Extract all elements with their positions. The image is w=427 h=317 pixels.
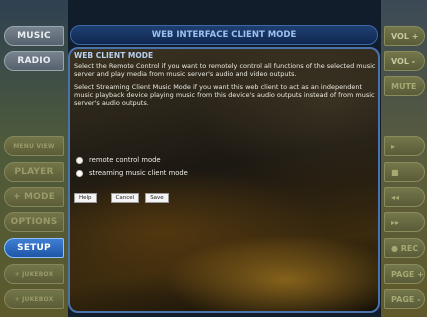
mode-options: remote control mode streaming music clie… [76,154,188,180]
record-button[interactable]: ● REC [384,238,425,258]
remote-control-radio[interactable] [76,156,83,164]
rewind-button[interactable]: ◂◂ [384,187,425,207]
option-label: streaming music client mode [89,169,188,177]
page-title: WEB INTERFACE CLIENT MODE [70,25,378,45]
mode-button[interactable]: + MODE [4,187,64,207]
page-down-button[interactable]: PAGE - [384,289,425,309]
volume-up-button[interactable]: VOL + [384,26,425,46]
description-remote: Select the Remote Control if you want to… [74,62,376,79]
main-panel: WEB CLIENT MODE Select the Remote Contro… [68,47,380,313]
options-button[interactable]: OPTIONS [4,212,64,232]
menu-view-button[interactable]: MENU VIEW [4,136,64,156]
play-button[interactable]: ▸ [384,136,425,156]
panel-content: WEB CLIENT MODE Select the Remote Contro… [74,51,376,111]
option-label: remote control mode [89,156,161,164]
volume-down-button[interactable]: VOL - [384,51,425,71]
cancel-button[interactable]: Cancel [110,193,140,203]
radio-button[interactable]: RADIO [4,51,64,71]
section-title: WEB CLIENT MODE [74,51,154,60]
left-nav: MUSIC RADIO MENU VIEW PLAYER + MODE OPTI… [0,0,68,317]
option-remote-control[interactable]: remote control mode [76,154,188,166]
help-button[interactable]: Help [74,193,97,203]
action-buttons: Help Cancel Save [74,193,175,203]
right-nav: VOL + VOL - MUTE ▸ ■ ◂◂ ▸▸ ● REC PAGE + … [381,0,427,317]
description-streaming: Select Streaming Client Music Mode if yo… [74,82,375,108]
streaming-client-radio[interactable] [76,169,83,177]
jukebox-button-2[interactable]: + JUKEBOX [4,289,64,309]
setup-button[interactable]: SETUP [4,238,64,258]
player-button[interactable]: PLAYER [4,162,64,182]
save-button[interactable]: Save [145,193,169,203]
page-up-button[interactable]: PAGE + [384,264,425,284]
jukebox-button-1[interactable]: + JUKEBOX [4,264,64,284]
stop-button[interactable]: ■ [384,162,425,182]
option-streaming-client[interactable]: streaming music client mode [76,167,188,179]
music-button[interactable]: MUSIC [4,26,64,46]
forward-button[interactable]: ▸▸ [384,212,425,232]
mute-button[interactable]: MUTE [384,76,425,96]
